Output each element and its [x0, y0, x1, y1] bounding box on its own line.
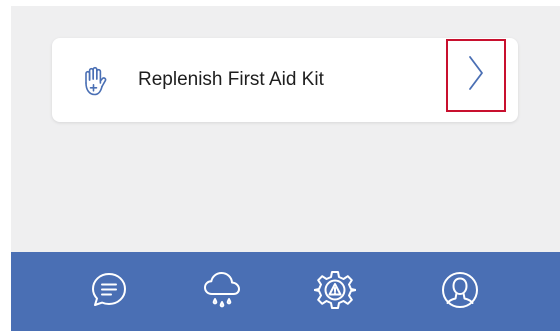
app-screen: Replenish First Aid Kit: [0, 0, 560, 331]
hazard-gear-icon: [313, 269, 357, 316]
chat-bubble-icon: [89, 270, 129, 315]
task-label: Replenish First Aid Kit: [138, 69, 324, 90]
tab-weather[interactable]: [200, 270, 244, 314]
rain-cloud-icon: [202, 269, 242, 316]
bottom-tab-bar: [11, 252, 560, 331]
tab-profile[interactable]: [438, 270, 482, 314]
first-aid-hand-icon: [81, 66, 107, 96]
task-card-replenish-first-aid-kit[interactable]: Replenish First Aid Kit: [52, 38, 518, 122]
user-profile-icon: [440, 270, 480, 315]
tab-hazard-settings[interactable]: [313, 270, 357, 314]
open-task-button[interactable]: [446, 39, 506, 112]
chevron-right-icon: [467, 55, 485, 96]
tab-messages[interactable]: [87, 270, 131, 314]
